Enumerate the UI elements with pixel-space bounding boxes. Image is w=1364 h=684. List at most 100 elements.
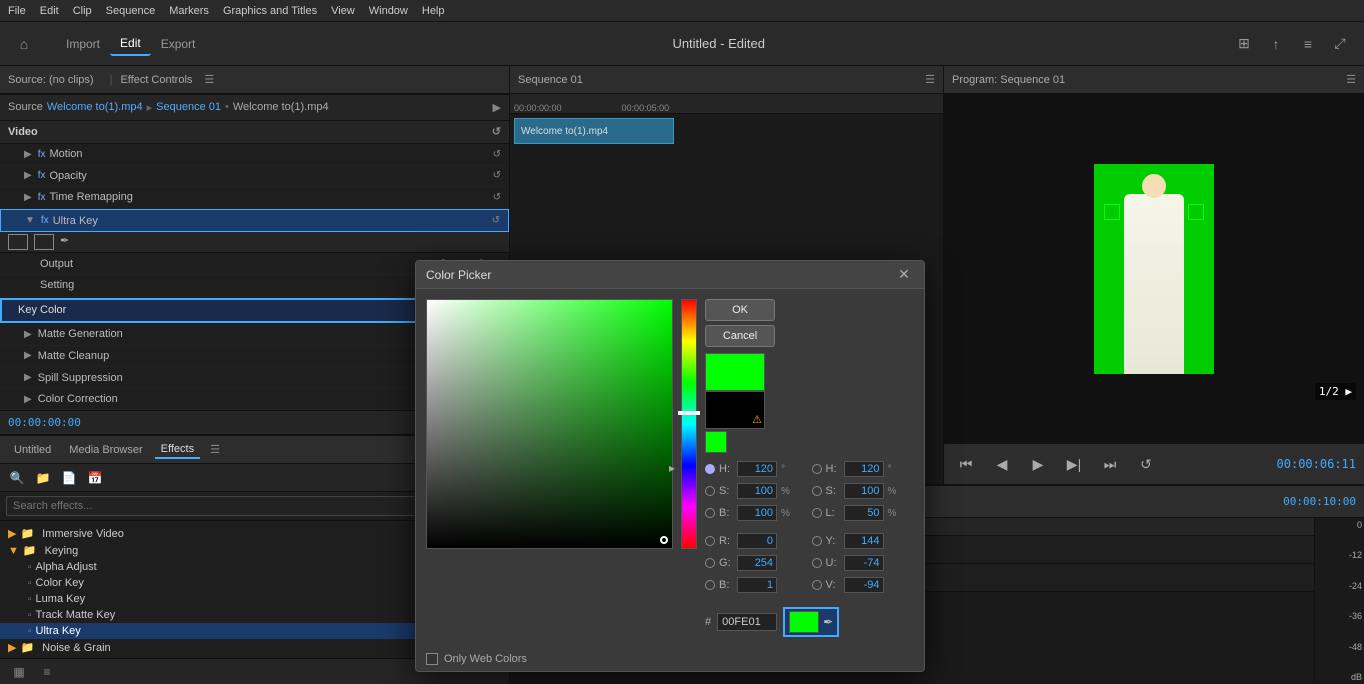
time-remapping-row[interactable]: ▶ fx Time Remapping ↺ (0, 187, 509, 209)
color-picker-dialog[interactable]: Color Picker ✕ ◂ ▸ (415, 260, 925, 672)
uk-toggle-btn2[interactable] (34, 234, 54, 250)
uk-toggle-btn[interactable] (8, 234, 28, 250)
step-back-btn[interactable]: ◀ (988, 450, 1016, 478)
goto-start-btn[interactable]: ⏮ (952, 450, 980, 478)
tab-untitled[interactable]: Untitled (8, 442, 57, 458)
tab-media-browser[interactable]: Media Browser (63, 442, 148, 458)
effects-bottom-icon-btn1[interactable]: ▦ (8, 661, 30, 683)
hue-left-arrow: ▸ (669, 461, 675, 475)
menu-clip[interactable]: Clip (73, 5, 92, 17)
web-color-swatch[interactable] (705, 431, 727, 453)
fullscreen-icon[interactable]: ⤢ (1328, 32, 1352, 56)
b-rgb-input[interactable] (737, 577, 777, 593)
effect-controls-label[interactable]: Effect Controls (120, 74, 192, 86)
cancel-button[interactable]: Cancel (705, 325, 775, 347)
menu-markers[interactable]: Markers (169, 5, 209, 17)
export-share-icon[interactable]: ↑ (1264, 32, 1288, 56)
step-forward-btn[interactable]: ▶| (1060, 450, 1088, 478)
ultra-key-label: Ultra Key (53, 215, 486, 227)
goto-end-btn[interactable]: ⏭ (1096, 450, 1124, 478)
ultra-key-row[interactable]: ▼ fx Ultra Key ↺ (0, 209, 509, 233)
effects-panel-menu[interactable]: ☰ (210, 443, 220, 456)
effects-search-btn[interactable]: 🔍 (6, 467, 28, 489)
motion-expand-icon: ▶ (24, 149, 32, 160)
g-input[interactable] (737, 555, 777, 571)
hex-eyedropper-btn[interactable]: ✒ (823, 615, 833, 629)
g-radio[interactable] (705, 558, 715, 568)
hue-bar-container[interactable]: ▸ (681, 299, 697, 637)
program-menu-icon[interactable]: ☰ (1346, 73, 1356, 86)
v-radio[interactable] (812, 580, 822, 590)
y-input[interactable] (844, 533, 884, 549)
u-radio[interactable] (812, 558, 822, 568)
green-indicator-left (1104, 204, 1120, 220)
s-left-radio[interactable] (705, 486, 715, 496)
menu-graphics[interactable]: Graphics and Titles (223, 5, 317, 17)
settings-icon[interactable]: ≡ (1296, 32, 1320, 56)
hex-input[interactable] (717, 613, 777, 631)
r-radio[interactable] (705, 536, 715, 546)
app-title: Untitled - Edited (205, 36, 1232, 51)
l-input[interactable] (844, 505, 884, 521)
hex-swatch-box[interactable]: ✒ (783, 607, 839, 637)
loop-btn[interactable]: ↺ (1132, 450, 1160, 478)
uk-eyedropper-header[interactable]: ✒ (60, 234, 80, 250)
tab-edit[interactable]: Edit (110, 32, 151, 56)
opacity-fx-badge: fx (38, 170, 46, 181)
home-button[interactable]: ⌂ (12, 32, 36, 56)
s-left-input[interactable] (737, 483, 777, 499)
h-right-row: H: ° (812, 459, 914, 479)
h-right-radio[interactable] (812, 464, 822, 474)
menu-edit[interactable]: Edit (40, 5, 59, 17)
l-radio[interactable] (812, 508, 822, 518)
workspace-icon[interactable]: ⊞ (1232, 32, 1256, 56)
menu-sequence[interactable]: Sequence (106, 5, 156, 17)
item-label-color-key: Color Key (36, 577, 84, 589)
hue-spectrum-bar[interactable] (681, 299, 697, 549)
effects-new-item-btn[interactable]: 📄 (58, 467, 80, 489)
time-remap-reset-btn[interactable]: ↺ (493, 192, 501, 203)
h-left-radio[interactable] (705, 464, 715, 474)
menu-window[interactable]: Window (369, 5, 408, 17)
b-left-radio[interactable] (705, 508, 715, 518)
h-right-input[interactable] (844, 461, 884, 477)
ultra-key-reset-btn[interactable]: ↺ (492, 215, 500, 226)
tab-export[interactable]: Export (151, 33, 206, 55)
h-left-input[interactable] (737, 461, 777, 477)
effects-new-bin-btn[interactable]: 📁 (32, 467, 54, 489)
opacity-expand-icon: ▶ (24, 170, 32, 181)
tab-import[interactable]: Import (56, 33, 110, 55)
timeline-menu-icon[interactable]: ☰ (925, 73, 935, 86)
y-radio[interactable] (812, 536, 822, 546)
motion-row[interactable]: ▶ fx Motion ↺ (0, 144, 509, 166)
color-gradient-picker[interactable]: ◂ (426, 299, 673, 549)
s-right-radio[interactable] (812, 486, 822, 496)
breadcrumb-file[interactable]: Welcome to(1).mp4 (47, 101, 143, 113)
b-rgb-radio[interactable] (705, 580, 715, 590)
b-left-input[interactable] (737, 505, 777, 521)
dialog-close-button[interactable]: ✕ (894, 265, 914, 285)
v-input[interactable] (844, 577, 884, 593)
menu-file[interactable]: File (8, 5, 26, 17)
menu-view[interactable]: View (331, 5, 355, 17)
r-input[interactable] (737, 533, 777, 549)
section-reset-icon[interactable]: ↺ (492, 125, 501, 138)
ok-button[interactable]: OK (705, 299, 775, 321)
s-right-input[interactable] (844, 483, 884, 499)
clip-block[interactable]: Welcome to(1).mp4 (514, 118, 674, 144)
breadcrumb-sequence[interactable]: Sequence 01 (156, 101, 221, 113)
effects-calendar-btn[interactable]: 📅 (84, 467, 106, 489)
tab-effects[interactable]: Effects (155, 441, 200, 459)
meter-0: 0 (1317, 520, 1362, 530)
opacity-reset-btn[interactable]: ↺ (493, 170, 501, 181)
video-section-header: Video ↺ (0, 121, 509, 145)
u-input[interactable] (844, 555, 884, 571)
breadcrumb-go-icon[interactable]: ▶ (493, 101, 501, 114)
opacity-row[interactable]: ▶ fx Opacity ↺ (0, 166, 509, 188)
effects-bottom-icon-btn2[interactable]: ≡ (36, 661, 58, 683)
menu-help[interactable]: Help (422, 5, 445, 17)
play-btn[interactable]: ▶ (1024, 450, 1052, 478)
motion-reset-btn[interactable]: ↺ (493, 149, 501, 160)
web-colors-checkbox[interactable] (426, 653, 438, 665)
panel-menu-icon[interactable]: ☰ (204, 73, 214, 86)
